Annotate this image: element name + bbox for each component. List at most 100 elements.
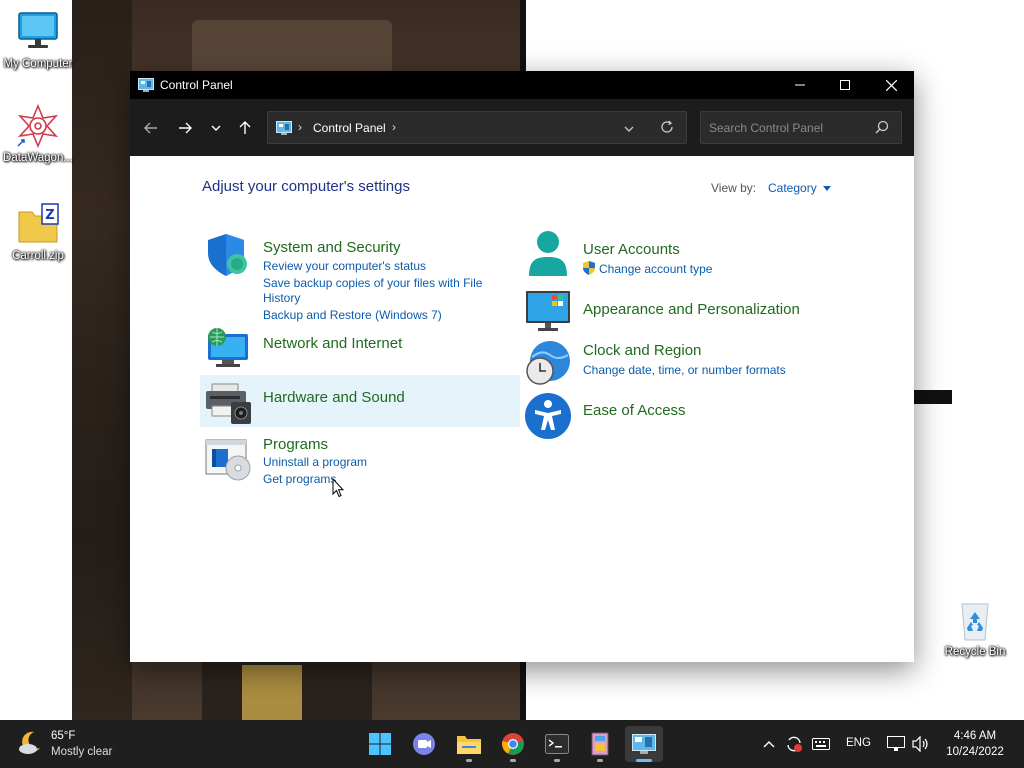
chevron-down-icon <box>624 126 634 132</box>
archive-icon <box>591 732 609 756</box>
programs-icon <box>204 434 252 482</box>
mouse-cursor-icon <box>332 477 345 501</box>
window-title: Control Panel <box>160 78 233 92</box>
volume-button[interactable] <box>909 720 933 768</box>
input-language-indicator[interactable]: ENG <box>846 737 871 749</box>
desktop-icon-datawagon[interactable]: DataWagon... <box>0 103 76 164</box>
start-button[interactable] <box>361 726 399 762</box>
category-ease-of-access: Ease of Access <box>524 392 824 440</box>
chat-icon <box>413 733 435 755</box>
address-bar[interactable]: › Control Panel › <box>267 111 687 144</box>
breadcrumb-separator-icon[interactable]: › <box>392 120 396 134</box>
network-status-button[interactable] <box>884 720 908 768</box>
category-programs: Programs Uninstall a program Get program… <box>204 434 504 494</box>
terminal-icon <box>545 734 569 754</box>
control-panel-window: Control Panel › Control Panel › Search C… <box>130 71 914 662</box>
desktop-icon-my-computer[interactable]: My Computer <box>0 10 76 70</box>
svg-text:Z: Z <box>45 208 54 223</box>
up-button[interactable] <box>233 116 257 140</box>
navigation-bar: › Control Panel › <box>130 99 914 156</box>
weather-widget[interactable]: 65°F Mostly clear <box>16 728 112 758</box>
change-account-type-link[interactable]: Change account type <box>599 262 712 276</box>
desktop-icon-label: Carroll.zip <box>12 250 64 262</box>
arrow-left-icon <box>144 122 157 134</box>
minimize-icon <box>795 84 805 86</box>
category-title-link[interactable]: Hardware and Sound <box>263 389 405 406</box>
category-title-link[interactable]: Ease of Access <box>583 402 686 419</box>
desktop-icon-label: DataWagon... <box>3 152 73 164</box>
category-title-link[interactable]: Programs <box>263 436 328 453</box>
category-title-link[interactable]: Network and Internet <box>263 335 402 352</box>
title-bar[interactable]: Control Panel <box>130 71 914 99</box>
refresh-icon <box>661 120 673 133</box>
desktop-icon-recycle-bin[interactable]: Recycle Bin <box>937 598 1013 658</box>
refresh-button[interactable] <box>660 120 674 137</box>
display-personalization-icon <box>524 287 572 335</box>
maximize-button[interactable] <box>822 71 868 99</box>
printer-speaker-icon <box>204 378 252 426</box>
taskbar-archive-button[interactable] <box>581 726 619 762</box>
backup-restore-link[interactable]: Backup and Restore (Windows 7) <box>263 308 442 322</box>
chevron-up-icon <box>763 741 775 748</box>
control-panel-icon <box>632 734 656 754</box>
category-title-link[interactable]: Appearance and Personalization <box>583 301 800 318</box>
shield-icon <box>204 231 252 279</box>
control-panel-icon <box>138 78 154 92</box>
back-button[interactable] <box>139 116 163 140</box>
breadcrumb-separator-icon[interactable]: › <box>298 120 302 134</box>
page-title: Adjust your computer's settings <box>202 178 410 195</box>
weather-condition: Mostly clear <box>51 746 113 758</box>
taskbar-chat-button[interactable] <box>405 726 443 762</box>
clock-date: 10/24/2022 <box>946 746 1004 758</box>
keyboard-icon <box>812 738 830 750</box>
weather-temperature: 65°F <box>51 730 76 742</box>
taskbar-file-explorer-button[interactable] <box>450 726 488 762</box>
taskbar: 65°F Mostly clear ENG 4:46 AM 10/24/2022 <box>0 720 1024 768</box>
category-title-link[interactable]: System and Security <box>263 239 401 256</box>
accessibility-icon <box>524 392 572 440</box>
uninstall-program-link[interactable]: Uninstall a program <box>263 455 367 469</box>
breadcrumb-control-panel[interactable]: Control Panel <box>313 121 386 135</box>
file-history-link[interactable]: Save backup copies of your files with Fi… <box>263 276 482 290</box>
monitor-icon <box>16 10 60 54</box>
running-indicator <box>597 759 603 762</box>
sync-status-button[interactable] <box>782 720 806 768</box>
address-history-dropdown[interactable] <box>624 122 634 136</box>
taskbar-control-panel-button[interactable] <box>625 726 663 762</box>
category-title-link[interactable]: User Accounts <box>583 241 680 258</box>
clock-time: 4:46 AM <box>953 730 997 742</box>
taskbar-terminal-button[interactable] <box>538 726 576 762</box>
desktop-icon-label: My Computer <box>3 58 73 70</box>
datawagon-logo-icon <box>16 103 60 149</box>
clock-globe-icon <box>524 339 572 387</box>
category-system-and-security: System and Security Review your computer… <box>204 231 504 322</box>
get-programs-link[interactable]: Get programs <box>263 472 336 486</box>
view-by-dropdown[interactable]: Category <box>768 181 831 195</box>
search-input[interactable] <box>709 119 869 137</box>
file-history-link-continued[interactable]: History <box>263 291 300 305</box>
search-icon[interactable] <box>875 120 889 137</box>
control-panel-icon <box>276 121 292 138</box>
show-hidden-icons-button[interactable] <box>758 720 780 768</box>
speaker-icon <box>912 736 928 752</box>
review-status-link[interactable]: Review your computer's status <box>263 259 426 273</box>
clock[interactable]: 4:46 AM 10/24/2022 <box>940 728 1010 760</box>
touch-keyboard-button[interactable] <box>809 720 833 768</box>
running-indicator <box>554 759 560 762</box>
category-network-and-internet: Network and Internet <box>204 324 504 372</box>
close-button[interactable] <box>868 71 914 99</box>
category-title-link[interactable]: Clock and Region <box>583 342 701 359</box>
category-hardware-and-sound: Hardware and Sound <box>204 378 504 426</box>
recent-locations-button[interactable] <box>204 116 228 140</box>
forward-button[interactable] <box>173 116 197 140</box>
network-monitor-icon <box>887 736 905 751</box>
network-globe-icon <box>204 324 252 372</box>
moon-cloud-icon <box>19 731 40 754</box>
change-date-time-formats-link[interactable]: Change date, time, or number formats <box>583 363 786 377</box>
category-clock-and-region: Clock and Region Change date, time, or n… <box>524 339 844 391</box>
taskbar-chrome-button[interactable] <box>494 726 532 762</box>
desktop-icon-carroll-zip[interactable]: Z Carroll.zip <box>0 202 76 262</box>
search-box[interactable] <box>700 111 902 144</box>
minimize-button[interactable] <box>777 71 823 99</box>
close-icon <box>885 79 897 91</box>
